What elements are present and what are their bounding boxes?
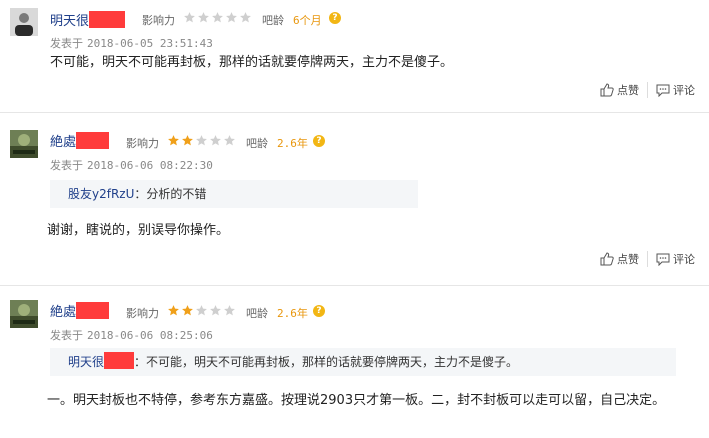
like-button[interactable]: 点赞 xyxy=(592,82,647,98)
influence-label: 影响力 xyxy=(126,137,159,150)
influence-label: 影响力 xyxy=(126,307,159,320)
influence-stars xyxy=(183,11,252,24)
bar-age-label: 吧龄 xyxy=(262,14,284,27)
quoted-username[interactable]: 明天很 xyxy=(68,352,135,369)
post-actions: 点赞 评论 xyxy=(592,251,703,267)
star-empty-icon xyxy=(226,12,237,23)
thumbs-up-icon xyxy=(600,83,614,97)
influence-stars xyxy=(167,304,236,317)
bar-age-value: 2.6年 xyxy=(277,307,308,320)
help-icon[interactable]: ? xyxy=(313,135,325,147)
bar-age-label: 吧龄 xyxy=(246,307,268,320)
thumbs-up-icon xyxy=(600,252,614,266)
post-divider xyxy=(0,285,709,286)
star-empty-icon xyxy=(210,305,221,316)
username[interactable]: 明天很 xyxy=(50,10,126,29)
post-content: 不可能，明天不可能再封板，那样的话就要停牌两天，主力不是傻子。 xyxy=(50,55,454,70)
quoted-reply: 明天很 ：不可能，明天不可能再封板，那样的话就要停牌两天，主力不是傻子。 xyxy=(50,348,676,376)
comment-icon xyxy=(656,253,670,266)
influence-label: 影响力 xyxy=(142,14,175,27)
star-empty-icon xyxy=(198,12,209,23)
influence-stars xyxy=(167,134,236,147)
quoted-username[interactable]: 股友y2fRzU xyxy=(68,187,134,201)
redacted-name-block xyxy=(89,11,126,28)
bar-age-value: 2.6年 xyxy=(277,137,308,150)
post-content: 谢谢，瞎说的，别误导你操作。 xyxy=(47,223,230,238)
post-date: 发表于 2018-06-06 08:25:06 xyxy=(50,329,213,342)
post-2: 絶處 影响力 吧龄 2.6年 ? 发表于 2018-06-06 08:22:30 … xyxy=(0,118,709,288)
post-actions: 点赞 评论 xyxy=(592,82,703,98)
user-avatar[interactable] xyxy=(10,130,38,158)
star-empty-icon xyxy=(212,12,223,23)
help-icon[interactable]: ? xyxy=(313,305,325,317)
comment-button[interactable]: 评论 xyxy=(647,82,703,98)
star-filled-icon xyxy=(168,135,179,146)
bar-age-label: 吧龄 xyxy=(246,137,268,150)
help-icon[interactable]: ? xyxy=(329,12,341,24)
star-empty-icon xyxy=(240,12,251,23)
user-avatar[interactable] xyxy=(10,300,38,328)
quoted-reply: 股友y2fRzU：分析的不错 xyxy=(50,180,418,208)
user-avatar[interactable] xyxy=(10,8,38,36)
quoted-text: 分析的不错 xyxy=(146,187,207,201)
like-button[interactable]: 点赞 xyxy=(592,251,647,267)
star-empty-icon xyxy=(184,12,195,23)
redacted-name-block xyxy=(76,302,110,319)
post-date: 发表于 2018-06-05 23:51:43 xyxy=(50,37,213,50)
star-empty-icon xyxy=(196,305,207,316)
post-3: 絶處 影响力 吧龄 2.6年 ? 发表于 2018-06-06 08:25:06 … xyxy=(0,288,709,438)
star-filled-icon xyxy=(182,305,193,316)
star-filled-icon xyxy=(182,135,193,146)
star-filled-icon xyxy=(168,305,179,316)
post-1: 明天很 影响力 吧龄 6个月 ? 发表于 2018-06-05 23:51:43 … xyxy=(0,0,709,112)
star-empty-icon xyxy=(196,135,207,146)
redacted-name-block xyxy=(76,132,110,149)
quoted-text: 不可能，明天不可能再封板，那样的话就要停牌两天，主力不是傻子。 xyxy=(146,355,519,369)
redacted-name-block xyxy=(104,352,135,369)
bar-age-value: 6个月 xyxy=(293,14,322,27)
post-divider xyxy=(0,112,709,113)
username[interactable]: 絶處 xyxy=(50,301,110,320)
comment-icon xyxy=(656,84,670,97)
star-empty-icon xyxy=(224,135,235,146)
comment-button[interactable]: 评论 xyxy=(647,251,703,267)
star-empty-icon xyxy=(224,305,235,316)
post-content: 一。明天封板也不特停，参考东方嘉盛。按理说2903只才第一板。二，封不封板可以走… xyxy=(47,393,666,408)
post-date: 发表于 2018-06-06 08:22:30 xyxy=(50,159,213,172)
star-empty-icon xyxy=(210,135,221,146)
username[interactable]: 絶處 xyxy=(50,131,110,150)
